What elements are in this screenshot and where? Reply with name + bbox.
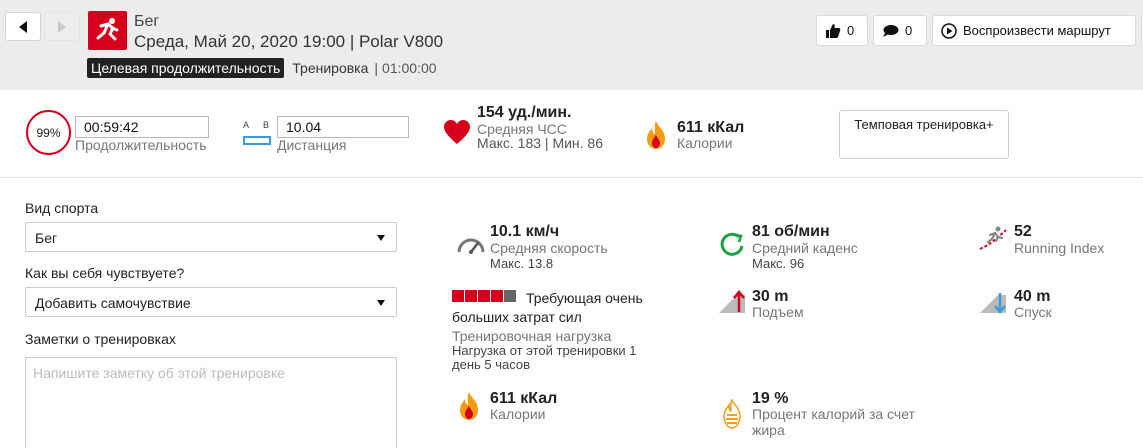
load-level-square <box>491 290 503 302</box>
notes-textarea[interactable] <box>25 357 397 448</box>
load-level-square <box>465 290 477 302</box>
heart-icon <box>444 120 470 144</box>
load-detail: Нагрузка от этой тренировки 1 день 5 час… <box>452 343 637 372</box>
page-header: Бег Среда, Май 20, 2020 19:00 | Polar V8… <box>0 0 1143 90</box>
comment-icon <box>883 24 899 37</box>
fat-burn-icon <box>723 399 741 429</box>
distance-icon: A B <box>243 120 271 148</box>
speed-caption: Средняя скорость <box>490 240 608 256</box>
ascent-icon <box>719 290 745 313</box>
feeling-select-value: Добавить самочувствие <box>35 295 191 311</box>
fat-caption: Процент калорий за счет жира <box>752 406 915 438</box>
descent-caption: Спуск <box>1014 304 1052 320</box>
thumbs-up-icon <box>826 23 841 38</box>
speedometer-icon <box>457 238 485 254</box>
training-load-meter <box>452 290 517 302</box>
target-time: 01:00:00 <box>382 60 437 76</box>
descent-icon <box>980 293 1006 314</box>
cadence-icon <box>720 232 744 256</box>
running-index-caption: Running Index <box>1014 240 1105 256</box>
summary-strip: 99% 00:59:42 Продолжительность A B 10.04… <box>0 96 1143 178</box>
load-value: больших затрат сил <box>452 309 582 325</box>
feeling-select[interactable]: Добавить самочувствие <box>25 287 397 317</box>
sport-label: Вид спорта <box>25 200 99 216</box>
running-icon <box>88 11 127 50</box>
summary-calories-caption: Калории <box>677 135 733 151</box>
like-button[interactable]: 0 <box>816 15 868 46</box>
cadence-max: Макс. 96 <box>752 256 805 271</box>
load-level-square <box>452 290 464 302</box>
target-badge: Целевая продолжительность <box>87 58 285 78</box>
like-count: 0 <box>847 23 855 38</box>
sport-select[interactable]: Бег <box>25 222 397 252</box>
target-row: Целевая продолжительность Тренировка | 0… <box>87 58 437 78</box>
distance-caption: Дистанция <box>277 137 347 153</box>
back-button[interactable] <box>5 12 41 41</box>
replay-route-button[interactable]: Воспроизвести маршрут <box>932 15 1136 46</box>
cadence-caption: Средний каденс <box>752 240 858 256</box>
session-subtitle: Среда, Май 20, 2020 19:00 | Polar V800 <box>134 32 444 51</box>
load-level-square <box>504 290 516 302</box>
distance-a-label: A <box>243 120 250 130</box>
page-title: Бег <box>134 13 160 30</box>
load-caption: Тренировочная нагрузка <box>452 328 612 344</box>
target-separator: | <box>374 60 379 76</box>
distance-b-label: B <box>263 120 270 130</box>
duration-field[interactable]: 00:59:42 <box>75 116 209 138</box>
replay-route-label: Воспроизвести маршрут <box>963 23 1111 38</box>
flame-icon <box>647 121 665 149</box>
comment-button[interactable]: 0 <box>873 15 927 46</box>
ruler-icon <box>243 136 271 145</box>
hr-value: 154 уд./мин. <box>477 104 572 121</box>
sport-select-value: Бег <box>35 230 58 246</box>
completion-value: 99% <box>36 125 61 140</box>
chevron-left-icon <box>19 20 27 33</box>
hr-minmax: Макс. 183 | Мин. 86 <box>477 135 604 151</box>
distance-field[interactable]: 10.04 <box>277 116 409 138</box>
duration-caption: Продолжительность <box>75 137 207 153</box>
cadence-value: 81 об/мин <box>752 223 830 240</box>
speed-value: 10.1 км/ч <box>490 223 560 240</box>
speed-max: Макс. 13.8 <box>490 256 554 271</box>
comment-count: 0 <box>905 23 913 38</box>
flame-icon <box>460 392 478 420</box>
running-index-icon <box>979 226 1007 250</box>
target-kind: Тренировка <box>292 60 369 76</box>
chevron-right-icon <box>58 20 66 33</box>
play-icon <box>941 22 957 39</box>
tempo-training-button[interactable]: Темповая тренировка+ <box>839 110 1009 159</box>
forward-button[interactable] <box>44 12 80 41</box>
load-level-square <box>478 290 490 302</box>
calories-caption: Калории <box>490 406 546 422</box>
feeling-label: Как вы себя чувствуете? <box>25 265 185 281</box>
ascent-caption: Подъем <box>752 304 804 320</box>
completion-ring: 99% <box>26 110 71 155</box>
notes-label: Заметки о тренировках <box>25 331 176 347</box>
running-index-value: 52 <box>1014 223 1032 240</box>
caret-down-icon <box>377 235 385 241</box>
caret-down-icon <box>377 300 385 306</box>
load-value-line1: Требующая очень <box>526 290 643 306</box>
